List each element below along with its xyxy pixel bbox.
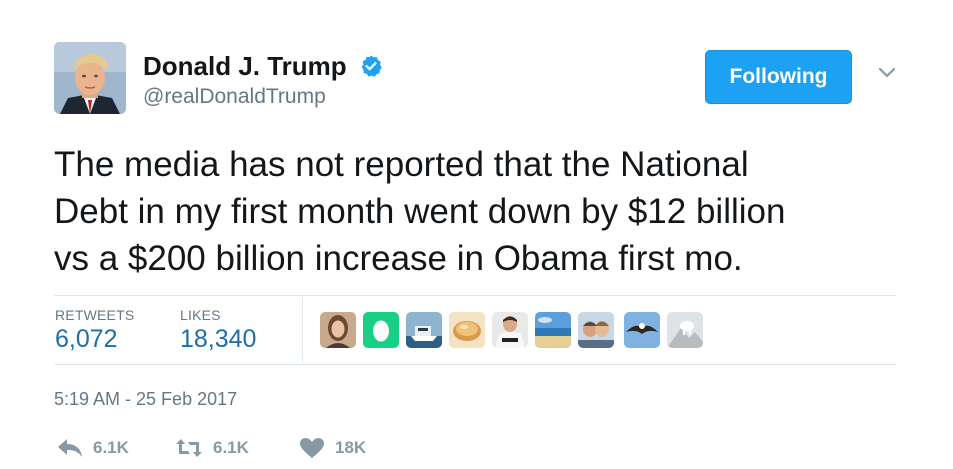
beach-avatar[interactable] [535, 312, 571, 348]
author-name[interactable]: Donald J. Trump [143, 51, 347, 82]
reply-count: 6.1K [93, 438, 129, 457]
stats-separator [302, 297, 303, 363]
retweet-icon [176, 439, 202, 457]
retweet-count: 6.1K [213, 438, 249, 457]
like-button[interactable]: 18K [299, 434, 366, 462]
retweets-count[interactable]: 6,072 [55, 325, 118, 354]
man-shirt-avatar[interactable] [492, 312, 528, 348]
author-handle[interactable]: @realDonaldTrump [143, 85, 326, 109]
like-count: 18K [335, 438, 367, 457]
tweet-line: Debt in my first month went down by $12 … [54, 192, 786, 231]
verified-badge-icon [361, 55, 382, 77]
avatar-image [54, 42, 126, 114]
likes-label: LIKES [180, 307, 221, 323]
couple-avatar[interactable] [578, 312, 614, 348]
author-avatar[interactable] [54, 42, 126, 114]
chevron-down-icon[interactable] [877, 66, 897, 80]
retweets-label: RETWEETS [55, 307, 135, 323]
tweet-line: The media has not reported that the Nati… [54, 145, 749, 184]
following-button[interactable]: Following [705, 50, 852, 104]
likes-count[interactable]: 18,340 [180, 325, 256, 354]
food-avatar[interactable] [449, 312, 485, 348]
heart-icon [300, 438, 324, 458]
reply-button[interactable]: 6.1K [57, 434, 129, 462]
boat-avatar[interactable] [406, 312, 442, 348]
tweet-line: vs a $200 billion increase in Obama firs… [54, 239, 743, 278]
mountain-goat-avatar[interactable] [667, 312, 703, 348]
stats-top-divider [54, 295, 896, 296]
retweet-button[interactable]: 6.1K [175, 434, 249, 462]
default-egg-avatar[interactable] [363, 312, 399, 348]
eagle-avatar[interactable] [624, 312, 660, 348]
stats-bottom-divider [54, 364, 896, 365]
reply-icon [58, 439, 82, 457]
tweet-timestamp[interactable]: 5:19 AM - 25 Feb 2017 [54, 389, 237, 410]
woman-portrait-avatar[interactable] [320, 312, 356, 348]
tweet-text: The media has not reported that the Nati… [54, 141, 934, 282]
